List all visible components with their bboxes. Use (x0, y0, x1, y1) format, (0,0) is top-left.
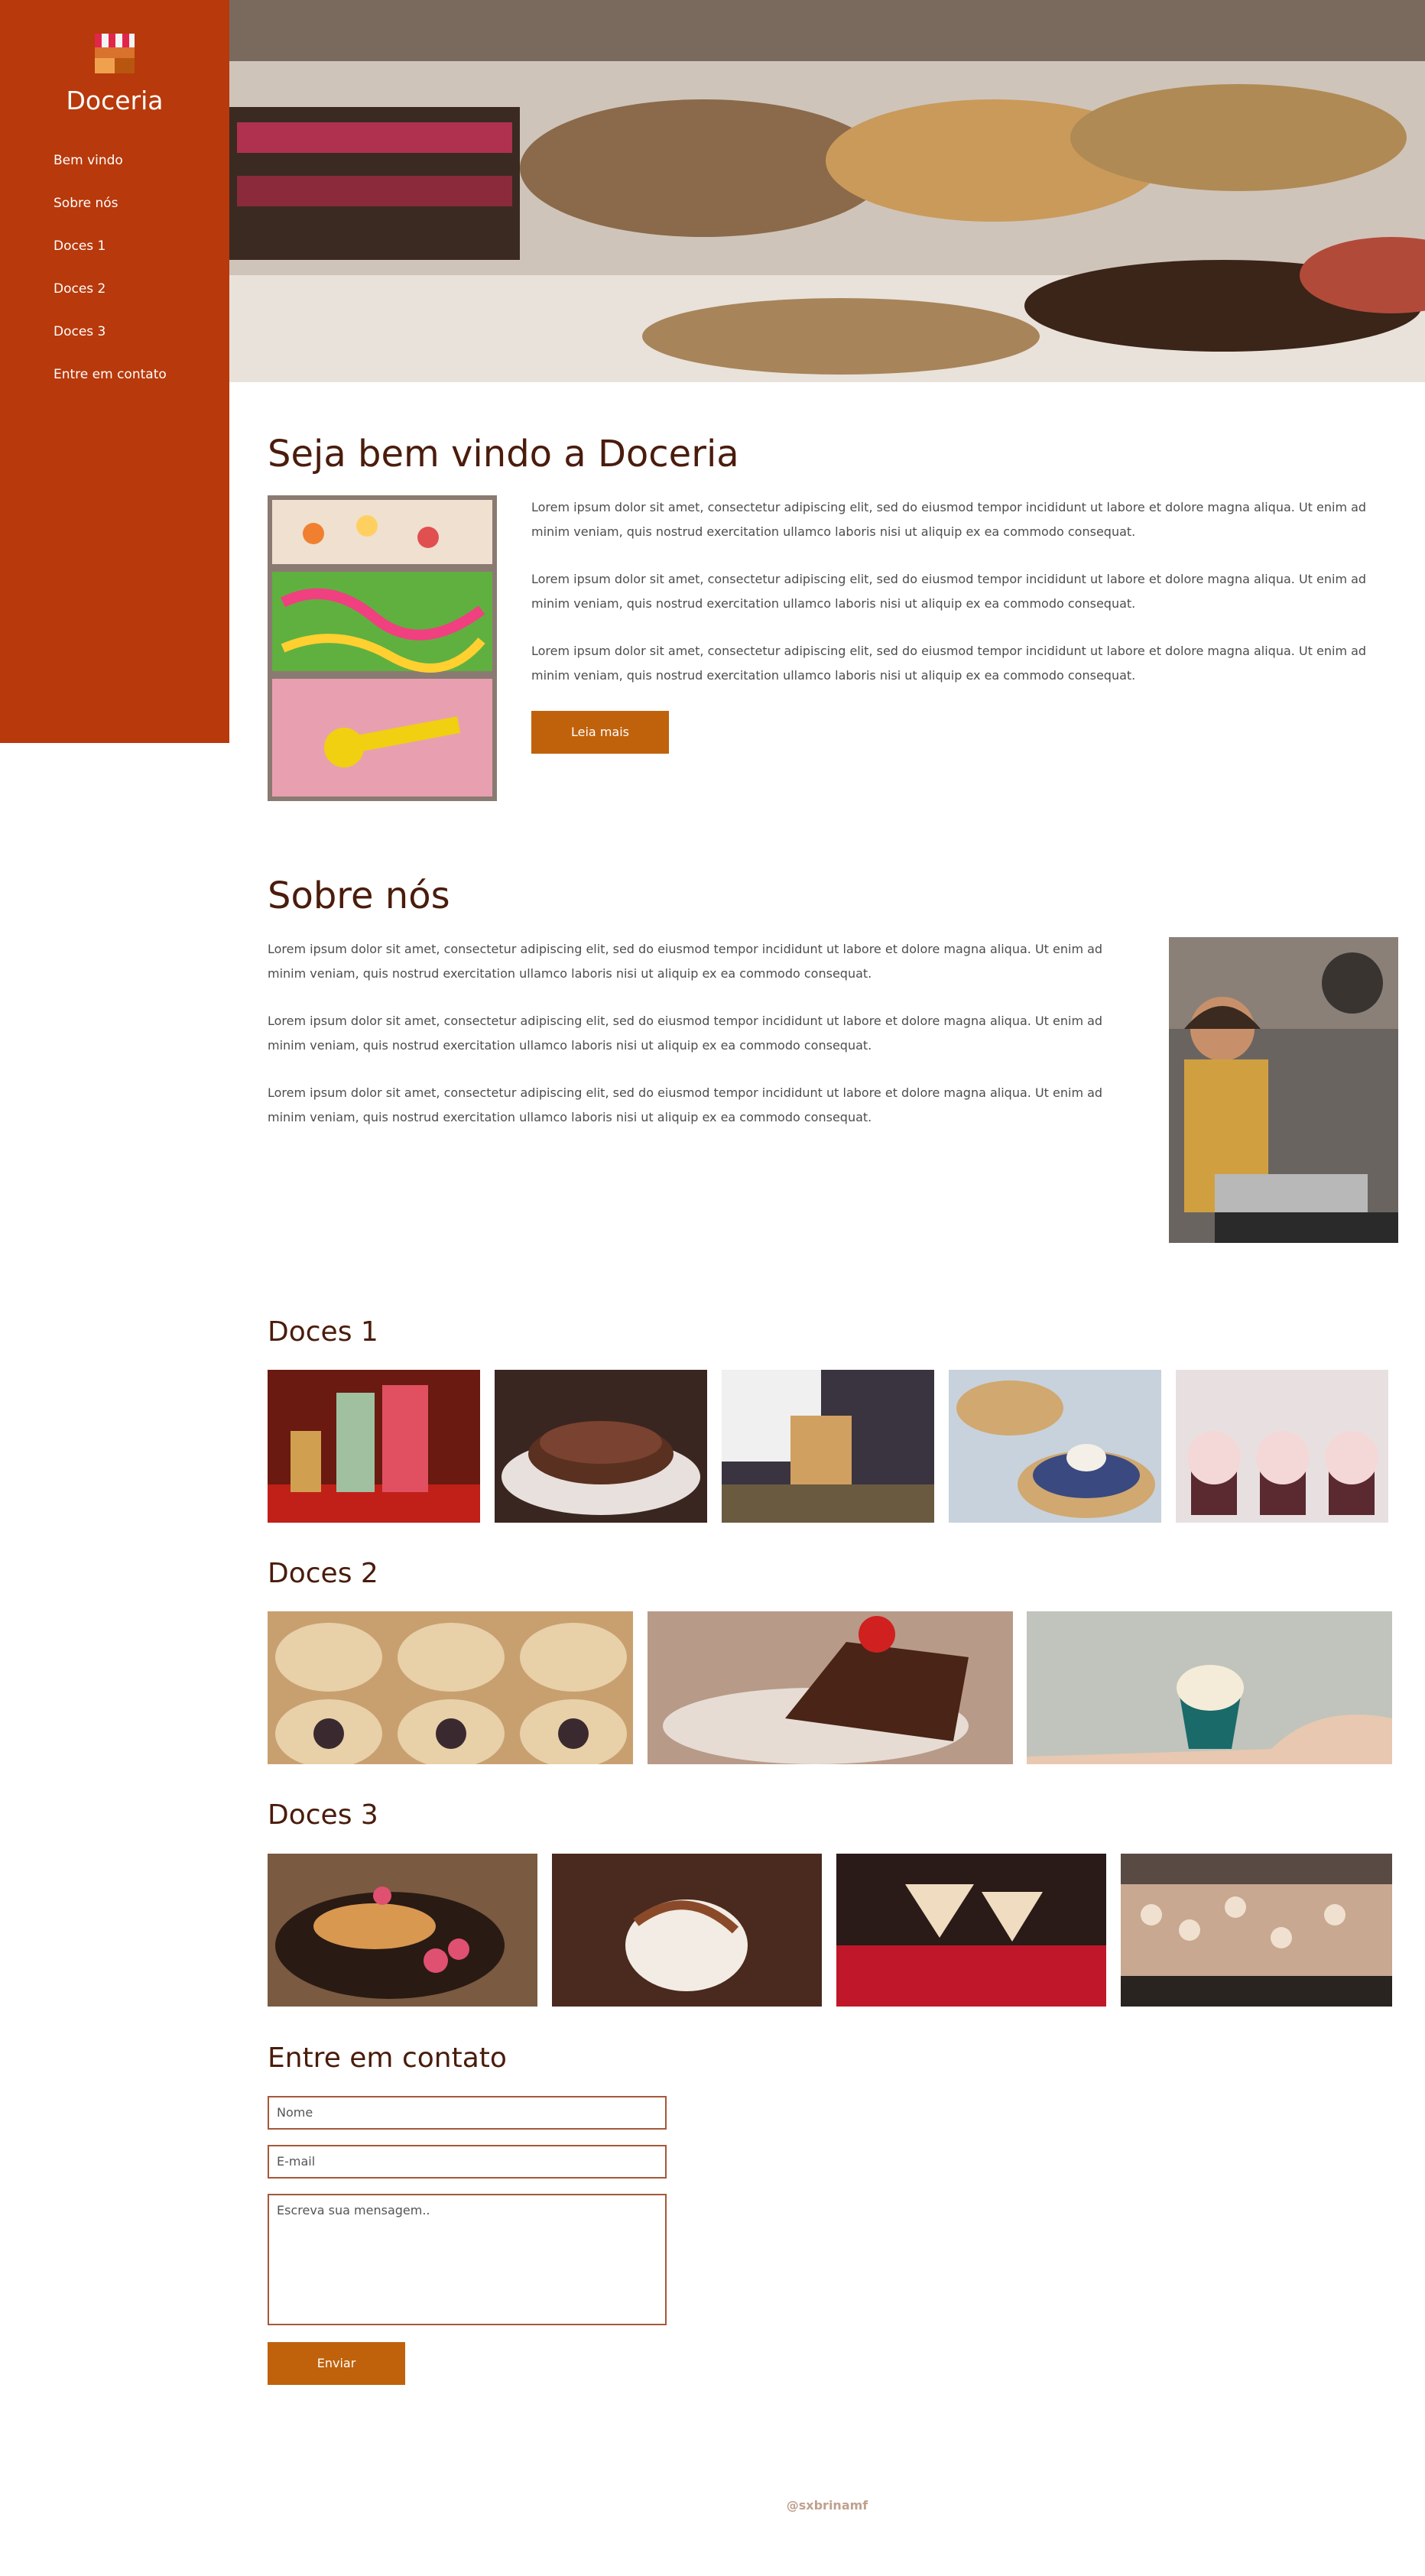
dessert-buffet-image (1121, 1854, 1392, 2007)
nav-item-doces-2[interactable]: Doces 2 (54, 278, 167, 321)
chocolate-slice-image (648, 1611, 1013, 1764)
blueberry-tarts-image (949, 1370, 1161, 1523)
message-field[interactable]: Escreva sua mensagem.. (268, 2194, 667, 2325)
welcome-paragraph: Lorem ipsum dolor sit amet, consectetur … (531, 500, 1367, 539)
gallery2-title: Doces 2 (268, 1558, 378, 1589)
nav-item-contato[interactable]: Entre em contato (54, 364, 167, 407)
welcome-paragraph: Lorem ipsum dolor sit amet, consectetur … (531, 572, 1367, 611)
gallery3-title: Doces 3 (268, 1799, 378, 1831)
christmas-drinks-image (836, 1854, 1106, 2007)
welcome-paragraph: Lorem ipsum dolor sit amet, consectetur … (531, 644, 1367, 683)
footer-credit[interactable]: @sxbrinamf (229, 2498, 1425, 2513)
chef-plating-image (722, 1370, 934, 1523)
contact-title: Entre em contato (268, 2042, 507, 2074)
name-field[interactable]: Nome (268, 2096, 667, 2130)
nav-item-doces-3[interactable]: Doces 3 (54, 321, 167, 364)
about-title: Sobre nós (268, 874, 450, 917)
ice-cream-chocolate-image (552, 1854, 822, 2007)
nav-item-bem-vindo[interactable]: Bem vindo (54, 150, 167, 193)
sidebar-nav: Bem vindo Sobre nós Doces 1 Doces 2 Doce… (54, 150, 167, 407)
read-more-button[interactable]: Leia mais (531, 711, 669, 754)
chocolate-cake-image (495, 1370, 707, 1523)
pancakes-image (268, 1854, 537, 2007)
about-paragraph: Lorem ipsum dolor sit amet, consectetur … (268, 942, 1103, 981)
cupcake-hand-image (1027, 1611, 1392, 1764)
cupcakes-image (1176, 1370, 1388, 1523)
candy-jars-image (268, 1370, 480, 1523)
nav-item-doces-1[interactable]: Doces 1 (54, 235, 167, 278)
send-button[interactable]: Enviar (268, 2342, 405, 2385)
brand-name: Doceria (66, 86, 164, 115)
candy-bins-image (268, 495, 497, 801)
about-paragraph: Lorem ipsum dolor sit amet, consectetur … (268, 1085, 1103, 1124)
hero-bakery-photo (229, 0, 1425, 382)
sweet-rolls-image (268, 1611, 633, 1764)
about-paragraph: Lorem ipsum dolor sit amet, consectetur … (268, 1014, 1103, 1053)
sidebar: Doceria Bem vindo Sobre nós Doces 1 Doce… (0, 0, 229, 743)
gallery1-title: Doces 1 (268, 1316, 378, 1348)
email-field[interactable]: E-mail (268, 2145, 667, 2179)
welcome-title: Seja bem vindo a Doceria (268, 433, 739, 475)
shop-logo-icon (92, 31, 138, 76)
baker-image (1169, 937, 1398, 1243)
nav-item-sobre-nos[interactable]: Sobre nós (54, 193, 167, 235)
